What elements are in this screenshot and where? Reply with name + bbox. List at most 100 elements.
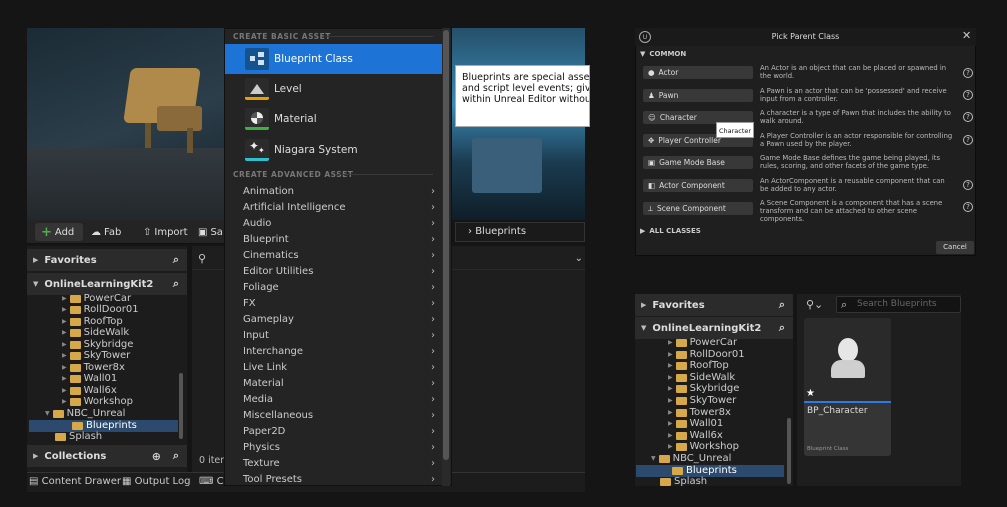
folder-item[interactable]: ▶ SideWalk [62, 327, 129, 339]
actor-component-class-button[interactable]: ◧ Actor Component [643, 179, 753, 192]
help-icon[interactable]: ? [963, 135, 973, 145]
game-mode-base-class-button[interactable]: ▣ Game Mode Base [643, 156, 753, 169]
search-icon[interactable]: ⌕ [779, 321, 785, 335]
menu-item-fx[interactable]: FX › [225, 295, 443, 311]
folder-item[interactable]: ▶ Skybridge [62, 339, 133, 351]
chevron-down-icon[interactable]: ⌄ [575, 253, 583, 264]
folder-item[interactable]: ▶ RollDoor01 [668, 349, 745, 361]
folder-item[interactable]: ▶ Tower8x [668, 407, 731, 419]
menu-item-live-link[interactable]: Live Link › [225, 359, 443, 375]
search-icon[interactable]: ⌕ [779, 298, 785, 312]
search-icon[interactable]: ⌕ [173, 277, 179, 291]
folder-item[interactable]: ▶ Wall01 [668, 418, 723, 430]
folder-item[interactable]: Splash [55, 431, 102, 443]
menu-item-level[interactable]: Level [225, 74, 443, 104]
menu-scrollbar[interactable] [442, 28, 450, 486]
scrollbar-thumb[interactable] [443, 30, 449, 460]
add-button[interactable]: + Add [35, 223, 83, 241]
close-icon[interactable]: ✕ [962, 28, 971, 44]
search-icon[interactable]: ⌕ [173, 253, 179, 267]
actor-class-button[interactable]: ● Actor [643, 66, 753, 79]
menu-item-editor-utilities[interactable]: Editor Utilities › [225, 263, 443, 279]
menu-item-cinematics[interactable]: Cinematics › [225, 247, 443, 263]
add-collection-icon[interactable]: ⊕ [152, 450, 161, 463]
favorites-section[interactable]: ▶ Favorites ⌕ [27, 249, 187, 271]
menu-item-gameplay[interactable]: Gameplay › [225, 311, 443, 327]
menu-item-blueprint-class[interactable]: Blueprint Class [225, 44, 443, 74]
chevron-right-icon: › [431, 345, 435, 357]
collections-section[interactable]: ▶ Collections ⊕ ⌕ [27, 445, 187, 467]
folder-item[interactable]: ▶ Wall6x [62, 385, 117, 397]
scene-component-class-button[interactable]: ⟂ Scene Component [643, 202, 753, 215]
search-input[interactable]: ⌕ Search Blueprints [836, 296, 961, 313]
folder-item[interactable]: ▶ Workshop [668, 441, 739, 453]
class-description: A Scene Component is a component that ha… [760, 199, 943, 223]
menu-item-texture[interactable]: Texture › [225, 455, 443, 471]
folder-item[interactable]: ▶ PowerCar [668, 337, 737, 349]
common-section-header[interactable]: ▼ COMMON [640, 50, 686, 58]
scene-component-icon: ⟂ [648, 203, 654, 213]
folder-item-selected[interactable]: Blueprints [668, 465, 737, 477]
fab-button[interactable]: ☁ Fab [85, 223, 127, 241]
fab-icon: ☁ [91, 226, 101, 238]
project-section[interactable]: ▼ OnlineLearningKit2 ⌕ [635, 317, 793, 339]
folder-item[interactable]: ▶ SkyTower [62, 350, 130, 362]
folder-item[interactable]: ▶ SkyTower [668, 395, 736, 407]
help-icon[interactable]: ? [963, 68, 973, 78]
favorites-section[interactable]: ▶ Favorites ⌕ [635, 294, 793, 316]
menu-item-interchange[interactable]: Interchange › [225, 343, 443, 359]
folder-item[interactable]: ▶ Wall6x [668, 430, 723, 442]
menu-item-input[interactable]: Input › [225, 327, 443, 343]
folder-item[interactable]: ▶ RollDoor01 [62, 304, 139, 316]
filter-icon[interactable]: ⚲ [198, 252, 206, 265]
menu-item-material[interactable]: Material [225, 104, 443, 134]
folder-item[interactable]: ▶ SideWalk [668, 372, 735, 384]
help-icon[interactable]: ? [963, 90, 973, 100]
menu-item-media[interactable]: Media › [225, 391, 443, 407]
folder-label: SkyTower [83, 350, 131, 362]
folder-item[interactable]: Splash [660, 476, 707, 488]
chevron-right-icon: › [431, 249, 435, 261]
help-icon[interactable]: ? [963, 180, 973, 190]
content-drawer-tab[interactable]: ▤ Content Drawer [29, 476, 121, 487]
import-button[interactable]: ⇧ Import [137, 223, 194, 241]
menu-item-audio[interactable]: Audio › [225, 215, 443, 231]
chevron-right-icon: › [431, 361, 435, 373]
help-icon[interactable]: ? [963, 202, 973, 212]
menu-item-foliage[interactable]: Foliage › [225, 279, 443, 295]
pawn-class-button[interactable]: ♟ Pawn [643, 89, 753, 102]
menu-item-tool-presets[interactable]: Tool Presets › [225, 471, 443, 485]
project-label: OnlineLearningKit2 [44, 278, 154, 290]
folder-item[interactable]: ▶ Tower8x [62, 362, 125, 374]
folder-item[interactable]: ▶ RoofTop [62, 316, 123, 328]
folder-item[interactable]: ▶ Workshop [62, 396, 133, 408]
menu-item-animation[interactable]: Animation › [225, 183, 443, 199]
folder-item-selected[interactable]: Blueprints [62, 420, 137, 432]
help-icon[interactable]: ? [963, 112, 973, 122]
folder-item[interactable]: ▼ NBC_Unreal [651, 453, 731, 465]
menu-item-blueprint[interactable]: Blueprint › [225, 231, 443, 247]
folder-item[interactable]: ▼ NBC_Unreal [45, 408, 125, 420]
menu-item-artificial-intelligence[interactable]: Artificial Intelligence › [225, 199, 443, 215]
filter-icon[interactable]: ⚲⌄ [806, 298, 823, 311]
breadcrumb[interactable]: › Blueprints [455, 222, 585, 242]
folder-item[interactable]: ▶ Wall01 [62, 373, 117, 385]
folder-item[interactable]: ▶ RoofTop [668, 360, 729, 372]
folder-item[interactable]: ▶ Skybridge [668, 383, 739, 395]
all-classes-section-header[interactable]: ▶ ALL CLASSES [640, 227, 701, 235]
menu-item-paper2d[interactable]: Paper2D › [225, 423, 443, 439]
breadcrumb-item[interactable]: Blueprints [475, 226, 526, 237]
tree-scrollbar[interactable] [787, 418, 791, 484]
folder-item[interactable]: ▶ PowerCar [62, 293, 131, 305]
search-icon[interactable]: ⌕ [173, 449, 179, 463]
menu-item-material-advanced[interactable]: Material › [225, 375, 443, 391]
output-log-tab[interactable]: ▦ Output Log [122, 476, 190, 487]
asset-tile[interactable]: ★ BP_Character Blueprint Class [804, 318, 891, 456]
menu-item-niagara-system[interactable]: ✦ ✦ Niagara System [225, 135, 443, 165]
menu-item-physics[interactable]: Physics › [225, 439, 443, 455]
project-section[interactable]: ▼ OnlineLearningKit2 ⌕ [27, 273, 187, 295]
folder-icon [675, 396, 687, 405]
menu-item-miscellaneous[interactable]: Miscellaneous › [225, 407, 443, 423]
cancel-button[interactable]: Cancel [936, 241, 974, 254]
tree-scrollbar[interactable] [179, 373, 183, 439]
